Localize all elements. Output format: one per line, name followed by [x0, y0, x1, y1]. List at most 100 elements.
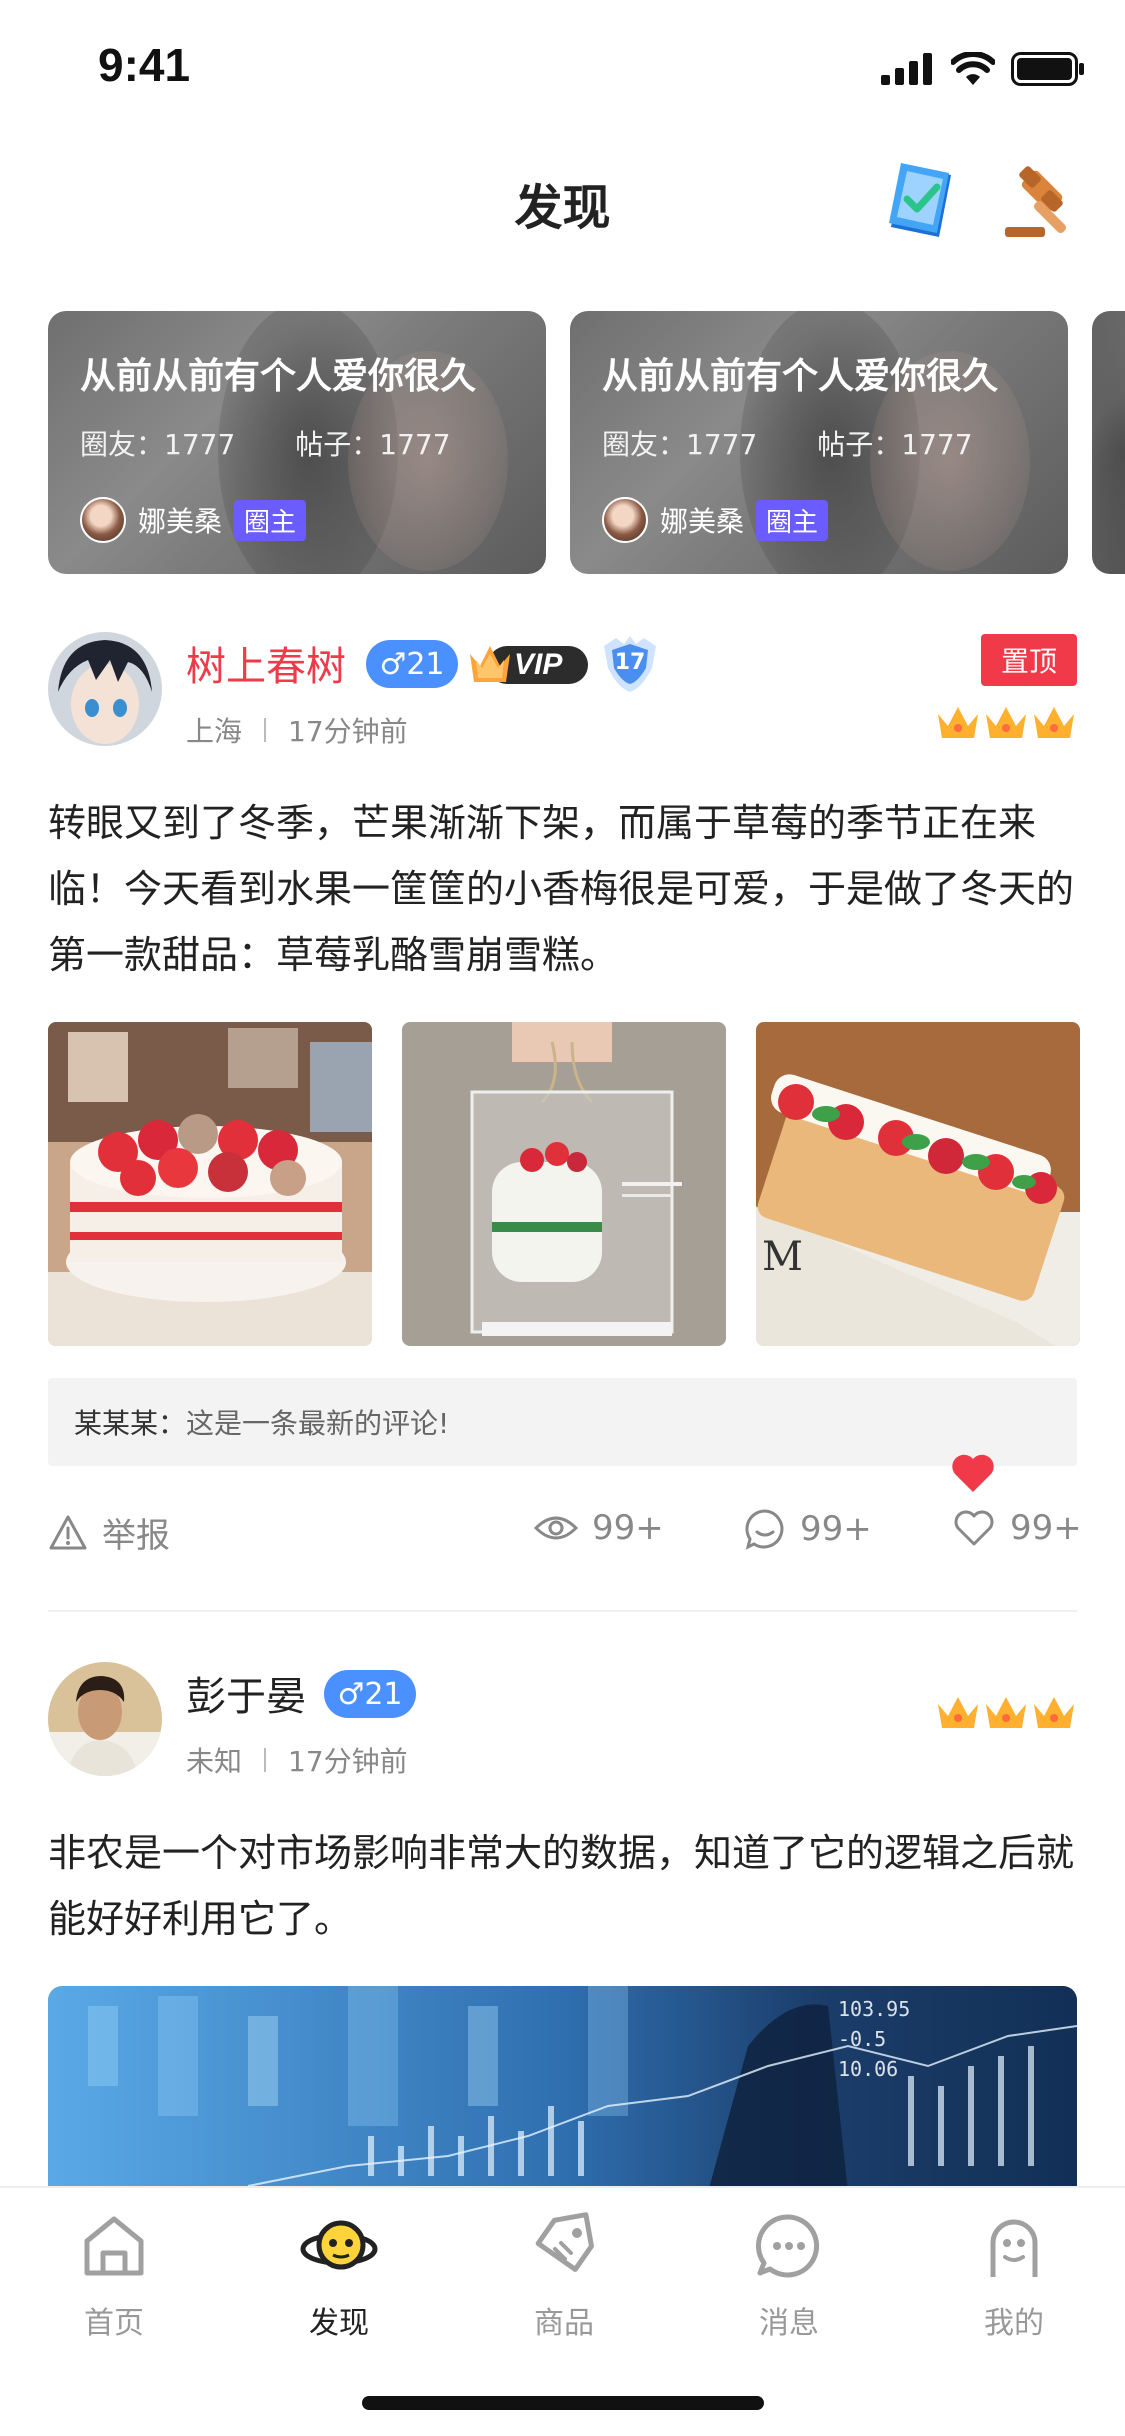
post-image[interactable] — [402, 1022, 726, 1346]
comment-button[interactable]: 99+ — [744, 1508, 872, 1550]
comment-icon — [745, 1509, 784, 1550]
boxed-cake-photo — [402, 1022, 726, 1346]
pinned-tag: 置顶 — [981, 634, 1077, 686]
home-icon — [84, 2216, 144, 2276]
discover-screen: 9:41 发现 从前从前有个人爱你很久 圈友：1777 帖子：1777 娜美桑 … — [0, 0, 1125, 2436]
circle-card-partial[interactable] — [1092, 311, 1125, 574]
post-actions: 举报 99+ 99+ 99+ — [0, 1454, 1125, 1568]
circle-stats: 圈友：1777 帖子：1777 — [80, 423, 451, 463]
crown-icon — [938, 707, 978, 738]
owner-name: 娜美桑 — [138, 505, 223, 538]
crown-icon — [938, 1697, 978, 1728]
post-card[interactable]: 树上春树 ♂21 VIP 17 置顶 上海 17分钟前 转眼又到了冬季，芒果渐渐… — [0, 632, 1125, 1592]
circle-members: 圈友：1777 — [80, 428, 236, 461]
gavel-icon — [1005, 166, 1067, 237]
discover-icon — [300, 2220, 378, 2270]
battery-icon — [1011, 52, 1084, 86]
level-number: 17 — [614, 650, 646, 675]
comments-value: 99+ — [800, 1509, 872, 1549]
crown-icon — [1034, 707, 1074, 738]
owner-tag: 圈主 — [756, 499, 829, 541]
level-badge: 17 — [598, 634, 662, 694]
post-image[interactable]: 103.95 -0.5 10.06 — [48, 1986, 1077, 2192]
post-image[interactable]: M — [756, 1022, 1080, 1346]
checklist-book-icon — [889, 163, 951, 237]
post-location: 未知 — [186, 1745, 243, 1778]
wifi-icon — [951, 52, 995, 85]
tab-products[interactable]: 商品 — [484, 2206, 644, 2342]
owner-avatar — [602, 497, 648, 543]
tab-home[interactable]: 首页 — [34, 2206, 194, 2342]
tag-icon — [535, 2212, 594, 2272]
post-meta: 上海 17分钟前 — [186, 710, 408, 750]
status-bar: 9:41 — [0, 0, 1125, 132]
tab-profile[interactable]: 我的 — [934, 2206, 1094, 2342]
comment-user: 某某某： — [74, 1407, 187, 1440]
strawberry-roll-photo: M — [756, 1022, 1080, 1346]
owner-avatar — [80, 497, 126, 543]
eye-icon — [534, 1516, 578, 1540]
svg-text:10.06: 10.06 — [838, 2057, 898, 2081]
gender-age-badge: ♂21 — [366, 640, 458, 688]
circle-owner: 娜美桑 圈主 — [602, 497, 829, 543]
header: 发现 — [0, 150, 1125, 250]
crown-rating — [935, 704, 1077, 742]
circle-members: 圈友：1777 — [602, 428, 758, 461]
gender-age-badge: ♂21 — [324, 1670, 416, 1718]
anime-avatar-image — [48, 632, 162, 746]
tab-label: 首页 — [84, 2306, 144, 2341]
avatar[interactable] — [48, 1662, 162, 1776]
avatar[interactable] — [48, 632, 162, 746]
tab-discover[interactable]: 发现 — [259, 2206, 419, 2342]
likes-value: 99+ — [1010, 1508, 1082, 1548]
post-text[interactable]: 转眼又到了冬季，芒果渐渐下架，而属于草莓的季节正在来临！今天看到水果一筐筐的小香… — [48, 790, 1078, 988]
checklist-button[interactable] — [876, 156, 966, 246]
message-icon — [755, 2214, 820, 2278]
post-meta: 未知 17分钟前 — [186, 1740, 408, 1780]
image-grid: M — [48, 1022, 1080, 1346]
circle-owner: 娜美桑 圈主 — [80, 497, 307, 543]
like-button[interactable]: 99+ — [952, 1508, 1082, 1548]
profile-icon — [990, 2219, 1038, 2277]
tab-label: 消息 — [759, 2306, 819, 2341]
crown-icon — [986, 707, 1026, 738]
heart-filled-icon — [952, 1454, 994, 1492]
signal-icon — [881, 53, 932, 85]
latest-comment[interactable]: 某某某： 这是一条最新的评论! — [48, 1378, 1077, 1466]
status-time: 9:41 — [98, 39, 191, 91]
owner-name: 娜美桑 — [660, 505, 745, 538]
heart-outline-icon — [954, 1510, 994, 1546]
username[interactable]: 树上春树 — [186, 634, 346, 692]
post-text[interactable]: 非农是一个对市场影响非常大的数据，知道了它的逻辑之后就能好好利用它了。 — [48, 1820, 1078, 1952]
tab-label: 商品 — [534, 2306, 594, 2341]
username[interactable]: 彭于晏 — [186, 1664, 306, 1722]
circle-carousel[interactable]: 从前从前有个人爱你很久 圈友：1777 帖子：1777 娜美桑 圈主 从前从前有… — [0, 311, 1125, 574]
strawberry-cake-photo — [48, 1022, 372, 1346]
divider — [48, 1610, 1077, 1612]
circle-card[interactable]: 从前从前有个人爱你很久 圈友：1777 帖子：1777 娜美桑 圈主 — [570, 311, 1068, 574]
vip-label: VIP — [514, 648, 563, 681]
tab-icon-wrap — [524, 2206, 604, 2286]
tab-icon-wrap — [974, 2206, 1054, 2286]
report-button[interactable]: 举报 — [48, 1508, 170, 1557]
svg-text:-0.5: -0.5 — [838, 2027, 886, 2051]
svg-text:103.95: 103.95 — [838, 1997, 910, 2021]
post-image[interactable] — [48, 1022, 372, 1346]
circle-posts: 帖子：1777 — [295, 428, 451, 461]
tab-icon-wrap — [749, 2206, 829, 2286]
post-time: 17分钟前 — [288, 1745, 408, 1778]
home-indicator — [362, 2396, 764, 2410]
views-value: 99+ — [592, 1508, 664, 1548]
man-avatar-image — [48, 1662, 162, 1776]
views-count: 99+ — [534, 1508, 664, 1548]
circle-posts: 帖子：1777 — [817, 428, 973, 461]
circle-stats: 圈友：1777 帖子：1777 — [602, 423, 973, 463]
tab-messages[interactable]: 消息 — [709, 2206, 869, 2342]
report-label: 举报 — [102, 1516, 170, 1556]
circle-card[interactable]: 从前从前有个人爱你很久 圈友：1777 帖子：1777 娜美桑 圈主 — [48, 311, 546, 574]
crown-icon — [986, 1697, 1026, 1728]
post-card[interactable]: 彭于晏 ♂21 未知 17分钟前 非农是一个对市场影响非常大的数据，知道了它的逻… — [0, 1662, 1125, 2192]
tab-label: 发现 — [309, 2306, 369, 2341]
vip-badge: VIP — [466, 638, 590, 690]
auction-button[interactable] — [996, 156, 1086, 246]
